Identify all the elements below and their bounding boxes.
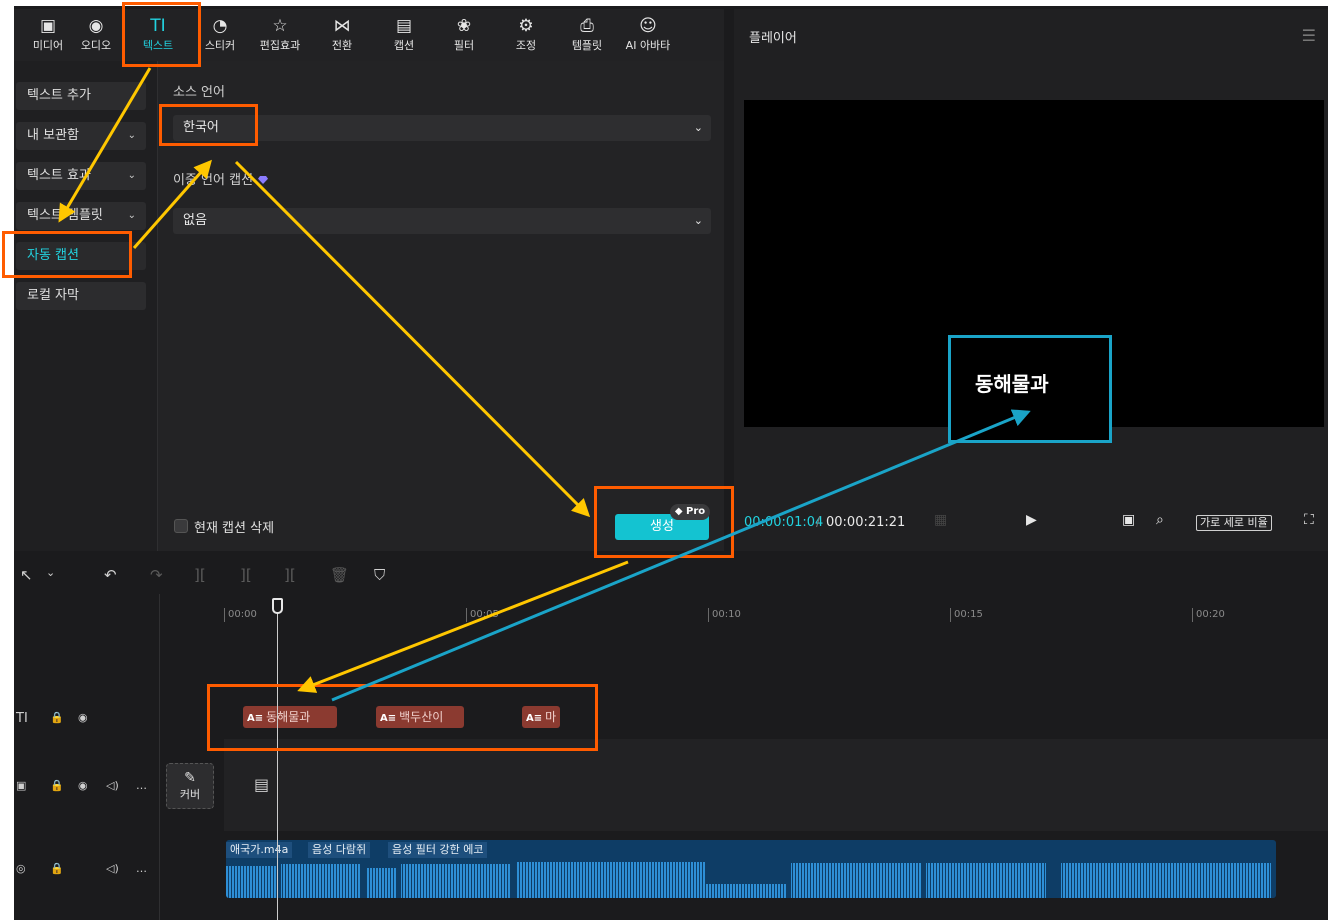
speaker-icon[interactable]: ◁) — [106, 862, 119, 875]
chevron-down-icon: ⌄ — [693, 121, 703, 134]
tab-caption[interactable]: ▤ 캡션 — [374, 15, 434, 61]
more-icon[interactable]: … — [136, 779, 147, 792]
filter-icon: ❀ — [456, 16, 472, 36]
more-icon[interactable]: … — [136, 862, 147, 875]
transition-icon: ⋈ — [333, 16, 351, 36]
split-right-icon[interactable]: ][ — [284, 566, 296, 584]
select-tool-icon[interactable]: ↖ — [20, 566, 33, 584]
player-title: 플레이어 — [749, 31, 797, 46]
audio-icon: ◉ — [88, 16, 104, 36]
sidebar-item-add-text[interactable]: 텍스트 추가 — [16, 82, 146, 110]
zoom-icon[interactable]: ⌕ — [1156, 512, 1164, 528]
fullscreen-icon[interactable]: ⛶ — [1304, 512, 1314, 528]
sidebar-item-text-templates[interactable]: 텍스트 템플릿 ⌄ — [16, 202, 146, 230]
film-icon: ▤ — [254, 775, 270, 794]
video-track-icon: ▣ — [16, 779, 27, 792]
text-sidebar: 텍스트 추가 내 보관함 ⌄ 텍스트 효과 ⌄ 텍스트 템플릿 ⌄ 자동 캡션 … — [14, 61, 157, 551]
sidebar-item-my-library[interactable]: 내 보관함 ⌄ — [16, 122, 146, 150]
source-language-label: 소스 언어 — [173, 85, 225, 100]
lock-icon[interactable]: 🔒 — [50, 711, 64, 724]
chevron-down-icon: ⌄ — [127, 130, 136, 141]
split-left-icon[interactable]: ][ — [240, 566, 252, 584]
bilingual-caption-select[interactable]: 없음 ⌄ — [173, 208, 711, 234]
effects-icon: ☆ — [272, 16, 288, 36]
timeline-toolbar: ↖ ⌄ ↶ ↷ ][ ][ ][ 🗑 ⛉ — [14, 554, 1328, 594]
tab-adjust[interactable]: ⚙ 조정 — [496, 15, 556, 61]
premium-gem-icon — [258, 176, 269, 184]
undo-icon[interactable]: ↶ — [104, 566, 117, 584]
lock-icon[interactable]: 🔒 — [50, 779, 64, 792]
audio-clip-name: 애국가.m4a — [226, 842, 293, 858]
tab-template[interactable]: ⎙ 템플릿 — [557, 15, 617, 61]
top-toolbar: ▣ 미디어 ◉ 오디오 TI 텍스트 ◔ 스티커 ☆ 편집효과 ⋈ 전환 ▤ 캡… — [14, 9, 724, 61]
redo-icon[interactable]: ↷ — [150, 566, 163, 584]
current-time: 00:00:01:04 — [744, 515, 824, 530]
eye-icon[interactable]: ◉ — [78, 711, 88, 724]
tab-ai-avatar[interactable]: ☺ AI 아바타 — [618, 15, 678, 61]
menu-icon[interactable]: ☰ — [1302, 26, 1316, 45]
sidebar-item-local-subtitles[interactable]: 로컬 자막 — [16, 282, 146, 310]
highlight-generate-button — [594, 486, 734, 558]
playhead-handle[interactable] — [272, 598, 283, 614]
audio-waveform — [226, 860, 1276, 898]
bilingual-caption-label: 이중 언어 캡션 — [173, 169, 269, 188]
split-icon[interactable]: ][ — [194, 566, 206, 584]
pencil-icon: ✎ — [184, 770, 196, 786]
delete-caption-label: 현재 캡션 삭제 — [194, 521, 275, 536]
aspect-ratio-button[interactable]: 가로 세로 비율 — [1196, 515, 1272, 531]
highlight-auto-caption — [2, 231, 132, 278]
chevron-down-icon: ⌄ — [693, 214, 703, 227]
audio-effect-tag: 음성 필터 강한 에코 — [388, 842, 488, 858]
grid-icon[interactable]: ▦ — [934, 512, 947, 528]
time-separator: / — [816, 515, 821, 530]
playhead-line — [277, 600, 278, 920]
caption-preview-text: 동해물과 — [975, 372, 1049, 396]
template-icon: ⎙ — [580, 16, 594, 36]
chevron-down-icon[interactable]: ⌄ — [46, 566, 55, 579]
total-time: 00:00:21:21 — [826, 515, 906, 530]
lock-icon[interactable]: 🔒 — [50, 862, 64, 875]
cover-button[interactable]: ✎ 커버 — [166, 763, 214, 809]
play-icon[interactable]: ▶ — [1026, 512, 1037, 528]
tab-audio[interactable]: ◉ 오디오 — [66, 15, 126, 61]
text-track-icon: TI — [16, 711, 28, 726]
adjust-icon: ⚙ — [518, 16, 534, 36]
audio-track-icon: ◎ — [16, 862, 26, 875]
caption-preview-icon[interactable]: ▣ — [1122, 512, 1135, 528]
highlight-source-language — [159, 104, 258, 146]
delete-caption-checkbox[interactable] — [174, 519, 188, 533]
timeline-ruler[interactable]: 00:00 00:05 00:10 00:15 00:20 — [224, 594, 1328, 624]
tab-transition[interactable]: ⋈ 전환 — [312, 15, 372, 61]
delete-icon[interactable]: 🗑 — [330, 566, 349, 584]
avatar-icon: ☺ — [639, 16, 657, 36]
chevron-down-icon: ⌄ — [127, 210, 136, 221]
highlight-caption-clips — [207, 684, 598, 751]
audio-clip[interactable]: 애국가.m4a 음성 다람쥐 음성 필터 강한 에코 — [226, 840, 1276, 898]
marker-icon[interactable]: ⛉ — [374, 566, 385, 584]
audio-effect-tag: 음성 다람쥐 — [308, 842, 371, 858]
caption-icon: ▤ — [395, 16, 413, 36]
video-track[interactable] — [224, 739, 1328, 831]
sidebar-item-text-effects[interactable]: 텍스트 효과 ⌄ — [16, 162, 146, 190]
player-panel: 플레이어 ☰ 00:00:01:04 / 00:00:21:21 ▦ ▶ ▣ ⌕… — [734, 9, 1328, 551]
tab-filter[interactable]: ❀ 필터 — [434, 15, 494, 61]
tab-effects[interactable]: ☆ 편집효과 — [250, 15, 310, 61]
highlight-text-tab — [122, 2, 201, 67]
speaker-icon[interactable]: ◁) — [106, 779, 119, 792]
eye-icon[interactable]: ◉ — [78, 779, 88, 792]
chevron-down-icon: ⌄ — [127, 170, 136, 181]
